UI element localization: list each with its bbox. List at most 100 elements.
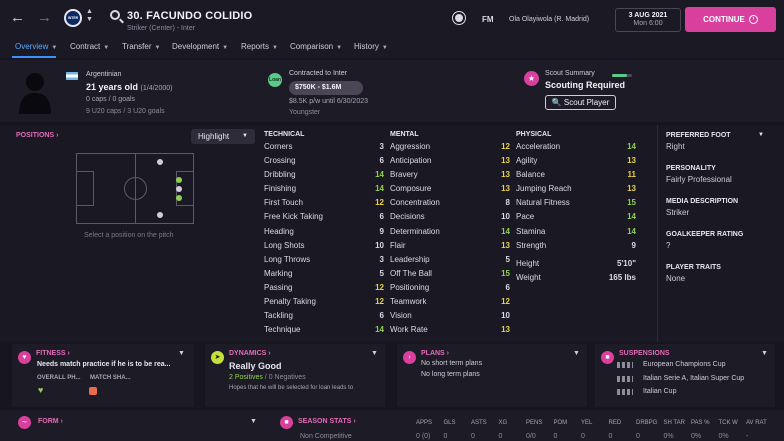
attribute-row[interactable]: Anticipation 13	[390, 156, 510, 170]
positives-count[interactable]: 2 Positives	[229, 374, 263, 381]
attribute-row[interactable]: Stamina 14	[516, 227, 636, 241]
attribute-row[interactable]: Bravery 13	[390, 170, 510, 184]
attribute-row[interactable]: Jumping Reach 13	[516, 184, 636, 198]
stat-column-header[interactable]: GLS	[444, 420, 456, 426]
tab-overview[interactable]: Overview ▼	[15, 42, 57, 51]
stat-column-header[interactable]: TCK W	[719, 420, 738, 426]
position-dot-st-centre[interactable]	[176, 186, 182, 192]
dynamics-card[interactable]: ➤ DYNAMICS › ▼ Really Good 2 Positives /…	[205, 344, 385, 407]
attribute-row[interactable]: Determination 14	[390, 227, 510, 241]
attribute-row[interactable]: Strength 9	[516, 241, 636, 255]
position-pitch[interactable]	[76, 153, 194, 224]
chevron-down-icon[interactable]: ▼	[178, 350, 185, 357]
attribute-row[interactable]: Crossing 6	[264, 156, 384, 170]
position-dot-st-left[interactable]	[176, 195, 182, 201]
stat-column-header[interactable]: YEL	[581, 420, 592, 426]
attribute-row[interactable]: Aggression 12	[390, 142, 510, 156]
attribute-row[interactable]: Natural Fitness 15	[516, 198, 636, 212]
plans-card[interactable]: › PLANS › ▼ No short term plans No long …	[397, 344, 587, 407]
attribute-row[interactable]: Long Throws 3	[264, 255, 384, 269]
tab-comparison[interactable]: Comparison ▼	[290, 42, 342, 51]
continue-button[interactable]: CONTINUE ›	[685, 7, 776, 32]
stat-column-header[interactable]: AV RAT	[746, 420, 767, 426]
tab-development[interactable]: Development ▼	[172, 42, 228, 51]
club-badge[interactable]: INTER	[64, 9, 82, 27]
contract-status[interactable]: Contracted to Inter	[289, 70, 347, 77]
attribute-row[interactable]: Technique 14	[264, 325, 384, 339]
position-dot-st-right[interactable]	[176, 177, 182, 183]
highlight-dropdown[interactable]: Highlight ▼	[191, 129, 255, 144]
position-dot-amr[interactable]	[157, 159, 163, 165]
attribute-row[interactable]: Positioning 6	[390, 283, 510, 297]
negatives-count[interactable]: 0 Negatives	[269, 374, 306, 381]
club-switch-chevron-icon[interactable]: ▲ ▼	[86, 8, 93, 24]
back-arrow-icon[interactable]: ←	[10, 9, 25, 27]
page-title: 30. FACUNDO COLIDIO	[127, 10, 253, 22]
attribute-row[interactable]: Concentration 8	[390, 198, 510, 212]
attribute-row[interactable]: Dribbling 14	[264, 170, 384, 184]
fitness-title[interactable]: FITNESS ›	[36, 350, 70, 357]
attribute-row[interactable]: Heading 9	[264, 227, 384, 241]
forward-arrow-icon[interactable]: →	[37, 9, 52, 27]
chevron-down-icon[interactable]: ▼	[250, 418, 257, 425]
argentina-flag-icon	[66, 72, 78, 80]
chevron-down-icon[interactable]: ▼	[573, 350, 580, 357]
attribute-row[interactable]: Work Rate 13	[390, 325, 510, 339]
tab-history[interactable]: History ▼	[354, 42, 388, 51]
attribute-row[interactable]: Vision 10	[390, 311, 510, 325]
attribute-row[interactable]: Off The Ball 15	[390, 269, 510, 283]
attribute-row[interactable]: Finishing 14	[264, 184, 384, 198]
attribute-row[interactable]: Balance 11	[516, 170, 636, 184]
stat-column-header[interactable]: RED	[609, 420, 622, 426]
search-icon[interactable]	[110, 10, 120, 20]
stat-column-header[interactable]: DRBPG	[636, 420, 657, 426]
fm-logo[interactable]: FM	[482, 15, 494, 24]
fitness-card[interactable]: ♥ FITNESS › ▼ Needs match practice if he…	[12, 344, 194, 407]
attribute-row[interactable]: Teamwork 12	[390, 297, 510, 311]
manager-name[interactable]: Ola Olayiwola (R. Madrid)	[509, 16, 589, 23]
dynamics-title[interactable]: DYNAMICS ›	[229, 350, 271, 357]
attribute-row[interactable]: Free Kick Taking 6	[264, 212, 384, 226]
chevron-down-icon[interactable]: ▼	[371, 350, 378, 357]
stat-column-header[interactable]: APPS	[416, 420, 432, 426]
chevron-down-icon[interactable]: ▼	[758, 132, 764, 138]
attribute-row[interactable]: Decisions 10	[390, 212, 510, 226]
date-display[interactable]: 3 AUG 2021 Mon 6:00	[615, 8, 681, 32]
attribute-row[interactable]: Passing 12	[264, 283, 384, 297]
stat-column-header[interactable]: PENS	[526, 420, 542, 426]
attribute-value: 3	[379, 142, 384, 151]
stat-column-header[interactable]: XG	[499, 420, 508, 426]
attribute-row[interactable]: Tackling 6	[264, 311, 384, 325]
stat-column-header[interactable]: ASTS	[471, 420, 487, 426]
stat-column-header[interactable]: SH TAR	[664, 420, 685, 426]
attribute-name: Crossing	[264, 156, 296, 166]
season-stats-title[interactable]: SEASON STATS ›	[298, 418, 356, 425]
stat-column-header[interactable]: PAS %	[691, 420, 710, 426]
chevron-down-icon[interactable]: ▼	[761, 350, 768, 357]
attribute-name: Free Kick Taking	[264, 212, 323, 222]
football-icon[interactable]	[453, 12, 465, 24]
position-dot-aml[interactable]	[157, 212, 163, 218]
scout-player-button[interactable]: 🔍 Scout Player	[545, 95, 616, 110]
attribute-row[interactable]: Long Shots 10	[264, 241, 384, 255]
nationality[interactable]: Argentinian	[86, 71, 121, 78]
positions-heading[interactable]: POSITIONS ›	[16, 132, 58, 139]
stat-column-header[interactable]: POM	[554, 420, 568, 426]
attribute-row[interactable]: Composure 13	[390, 184, 510, 198]
form-title[interactable]: FORM ›	[38, 418, 63, 425]
attribute-row[interactable]: Penalty Taking 12	[264, 297, 384, 311]
tab-transfer[interactable]: Transfer ▼	[122, 42, 160, 51]
attribute-row[interactable]: Flair 13	[390, 241, 510, 255]
plans-title[interactable]: PLANS ›	[421, 350, 449, 357]
tab-contract[interactable]: Contract ▼	[70, 42, 109, 51]
attribute-row[interactable]: Pace 14	[516, 212, 636, 226]
season-stats-label: SEASON STATS	[298, 418, 352, 425]
attribute-row[interactable]: First Touch 12	[264, 198, 384, 212]
attribute-row[interactable]: Acceleration 14	[516, 142, 636, 156]
tab-reports[interactable]: Reports ▼	[241, 42, 278, 51]
attribute-row[interactable]: Agility 13	[516, 156, 636, 170]
suspensions-card[interactable]: ■ SUSPENSIONS ▼ European Champions Cup I…	[595, 344, 775, 407]
attribute-row[interactable]: Marking 5	[264, 269, 384, 283]
attribute-row[interactable]: Leadership 5	[390, 255, 510, 269]
attribute-row[interactable]: Corners 3	[264, 142, 384, 156]
